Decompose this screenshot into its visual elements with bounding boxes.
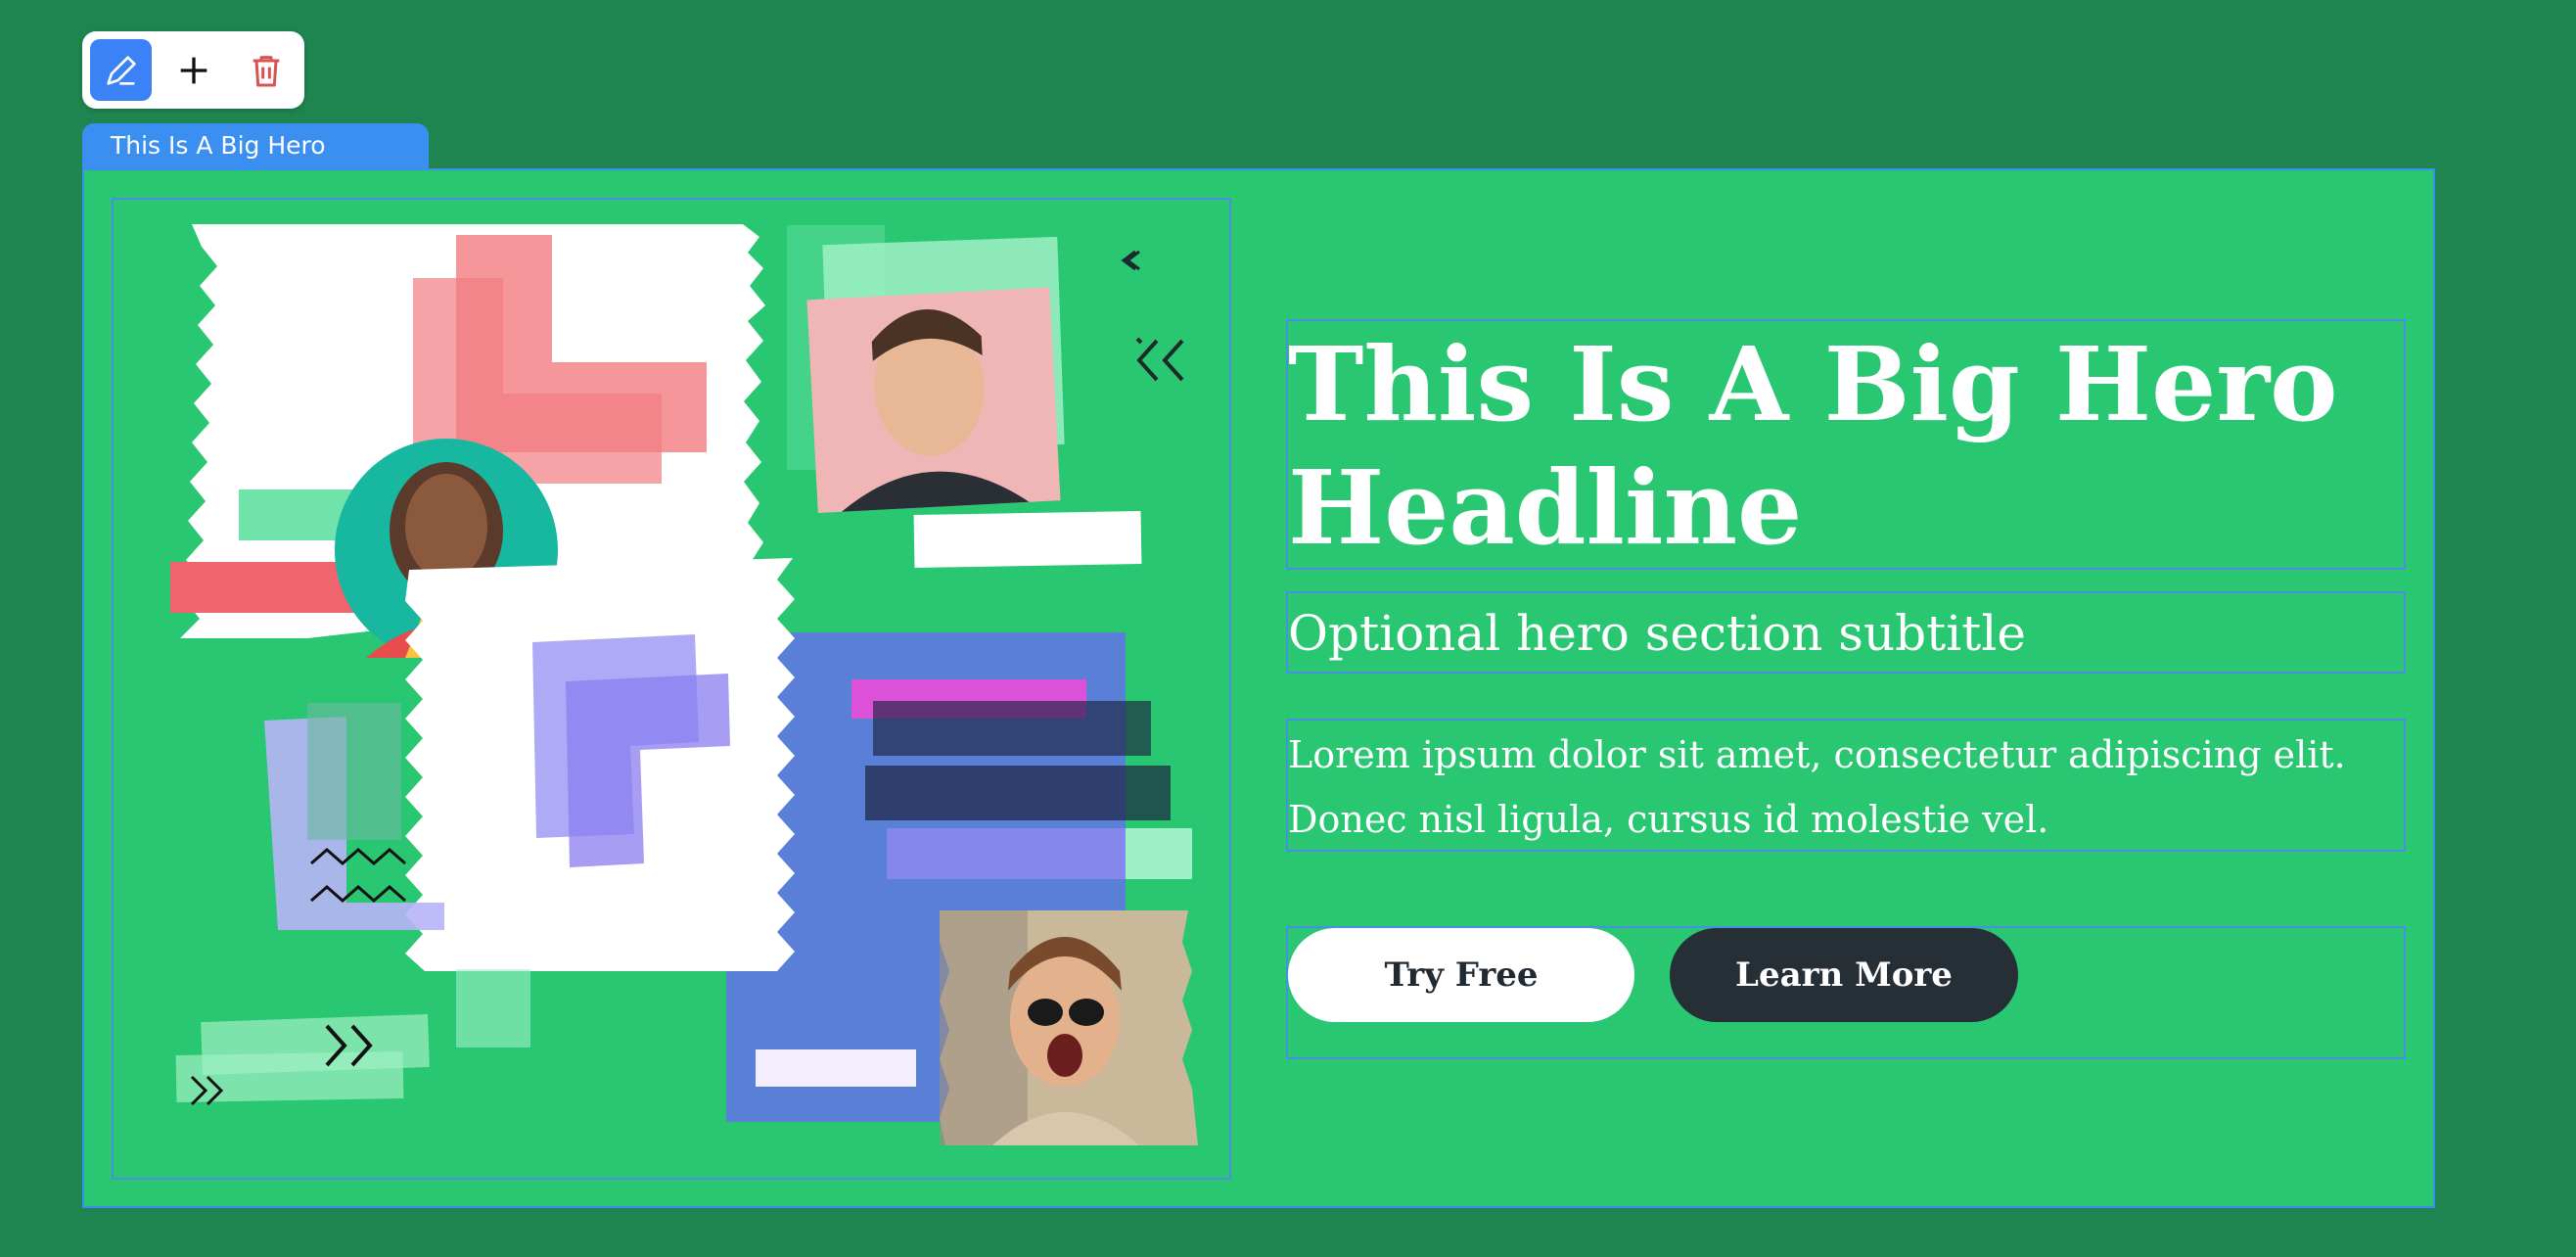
trash-icon — [253, 55, 279, 86]
hero-subtitle: Optional hero section subtitle — [1288, 605, 2026, 662]
selection-label[interactable]: This Is A Big Hero Headline — [82, 123, 429, 205]
hero-title: This Is A Big Hero Headline — [1288, 324, 2338, 568]
delete-button[interactable] — [235, 39, 297, 101]
try-free-button[interactable]: Try Free — [1288, 928, 1634, 1022]
pencil-icon — [106, 55, 136, 85]
hero-body: Lorem ipsum dolor sit amet, consectetur … — [1288, 733, 2346, 841]
add-button[interactable] — [162, 39, 224, 101]
element-toolbar — [82, 31, 304, 109]
learn-more-button[interactable]: Learn More — [1670, 928, 2018, 1022]
plus-icon — [180, 57, 207, 83]
edit-button[interactable] — [90, 39, 152, 101]
collage-selection-frame — [112, 198, 1231, 1180]
